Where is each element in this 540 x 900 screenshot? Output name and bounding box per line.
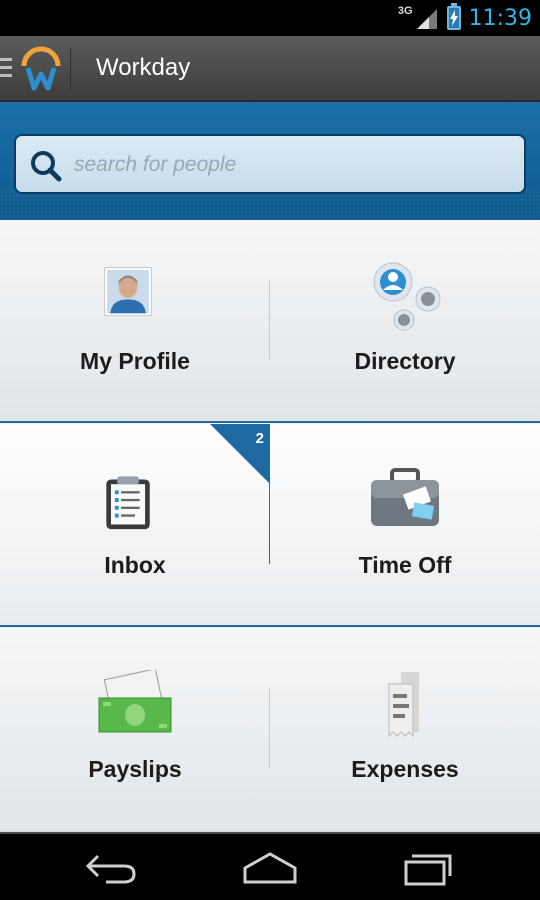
recent-apps-icon[interactable] [394, 846, 464, 890]
clipboard-inbox-icon [106, 476, 150, 530]
app-title: Workday [96, 54, 191, 81]
tile-payslips[interactable]: Payslips [0, 628, 270, 831]
tile-expenses[interactable]: Expenses [270, 628, 540, 831]
tile-row: Payslips Expenses [0, 628, 540, 832]
directory-people-icon [373, 262, 441, 331]
clock: 11:39 [468, 5, 532, 31]
app-grid: My Profile Directory Inbox 2 Time Off Pa… [0, 220, 540, 832]
suitcase-icon [371, 468, 439, 526]
signal-icon [416, 9, 437, 29]
workday-logo-icon[interactable] [20, 46, 62, 92]
tile-time-off[interactable]: Time Off [270, 424, 540, 625]
tile-inbox[interactable]: Inbox 2 [0, 424, 270, 625]
action-bar-divider [70, 48, 71, 90]
tile-label: Time Off [358, 552, 452, 578]
tile-directory[interactable]: Directory [270, 220, 540, 421]
tile-label: Inbox [104, 552, 166, 578]
drawer-menu-icon[interactable] [0, 58, 12, 82]
money-bill-icon [98, 670, 172, 733]
search-box[interactable] [14, 134, 526, 194]
search-input[interactable] [74, 148, 504, 182]
inbox-badge-count: 2 [255, 430, 264, 447]
search-icon[interactable] [30, 150, 62, 182]
action-bar: Workday [0, 36, 540, 102]
receipt-icon [388, 672, 419, 738]
tile-row: Inbox 2 Time Off [0, 424, 540, 627]
tile-my-profile[interactable]: My Profile [0, 220, 270, 421]
home-icon[interactable] [235, 846, 305, 890]
back-icon[interactable] [76, 846, 146, 890]
network-type: 3G [397, 5, 413, 17]
profile-photo-icon [104, 267, 152, 317]
tile-label: My Profile [80, 348, 190, 374]
system-nav-bar [0, 832, 540, 900]
tile-label: Payslips [88, 756, 182, 782]
status-bar: 3G 11:39 [0, 0, 540, 36]
status-icons: 3G 11:39 [398, 0, 532, 36]
search-band [0, 102, 540, 220]
tile-label: Directory [354, 348, 456, 374]
tile-label: Expenses [351, 756, 459, 782]
tile-row: My Profile Directory [0, 220, 540, 423]
battery-icon [446, 3, 461, 30]
